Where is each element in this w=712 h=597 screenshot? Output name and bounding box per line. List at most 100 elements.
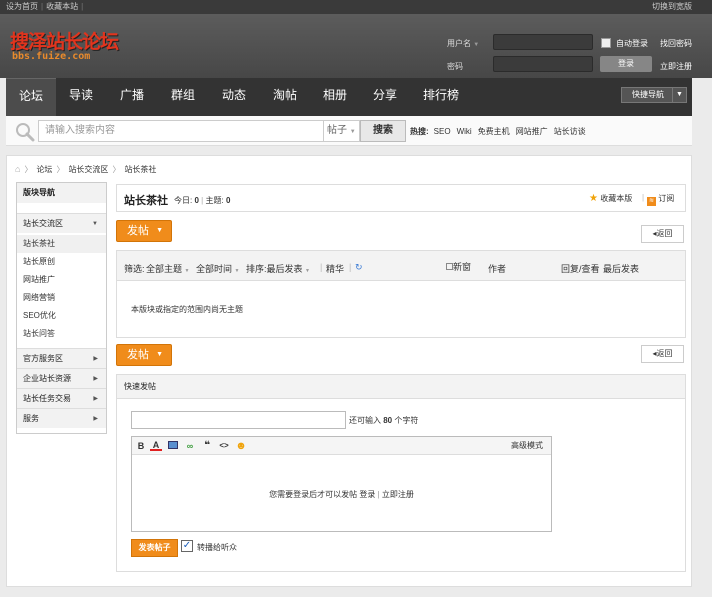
search-input[interactable]: 请输入搜索内容 bbox=[38, 120, 324, 142]
thread-table-header: 筛选: 全部主题 ▼ 全部时间 ▼ 排序:最后发表 ▼ | 精华 | ↻ 新窗 … bbox=[117, 251, 685, 281]
auto-login-checkbox[interactable] bbox=[601, 38, 611, 48]
nav-item[interactable]: 群组 bbox=[158, 78, 208, 116]
sidebar-group[interactable]: 站长任务交易 ▶ bbox=[17, 388, 106, 408]
editor-register-link[interactable]: 立即注册 bbox=[382, 490, 414, 499]
nav-item[interactable]: 导读 bbox=[56, 78, 106, 116]
sidebar-group[interactable]: 企业站长资源 ▶ bbox=[17, 368, 106, 388]
breadcrumb-item[interactable]: 站长交流区 bbox=[68, 165, 108, 174]
search-button[interactable]: 搜索 bbox=[360, 120, 406, 142]
notify-checkbox[interactable]: ✓ bbox=[181, 540, 193, 552]
hot-search-link[interactable]: SEO bbox=[434, 127, 451, 136]
new-post-button[interactable]: 发帖 ▼ bbox=[116, 220, 172, 242]
sidebar-item[interactable]: 站长茶社 bbox=[17, 235, 106, 253]
new-post-button-bottom[interactable]: 发帖 ▼ bbox=[116, 344, 172, 366]
new-window-toggle[interactable]: 新窗 bbox=[446, 260, 471, 273]
register-link[interactable]: 立即注册 bbox=[660, 61, 692, 72]
sort-dropdown[interactable]: 排序:最后发表 ▼ bbox=[246, 262, 310, 275]
nav-item[interactable]: 动态 bbox=[208, 78, 260, 116]
nav-item[interactable]: 分享 bbox=[360, 78, 410, 116]
forum-title: 站长茶社 bbox=[124, 195, 168, 207]
switch-style-link[interactable]: 切换到宽版 bbox=[652, 1, 692, 12]
filter-topics-dropdown[interactable]: 全部主题 ▼ bbox=[146, 262, 189, 275]
content-panel: ⌂ 〉论坛〉站长交流区〉站长茶社 版块导航 站长交流区 ▼ 站长茶社 站长原创 网站推广… bbox=[6, 155, 692, 587]
char-count-hint: 还可输入 80 个字符 bbox=[349, 416, 419, 425]
last-post-column[interactable]: 最后发表 bbox=[603, 262, 639, 275]
breadcrumb-item[interactable]: 论坛 bbox=[36, 165, 52, 174]
image-icon[interactable] bbox=[167, 440, 179, 452]
author-column[interactable]: 作者 bbox=[488, 262, 506, 275]
link-icon[interactable]: ∞ bbox=[184, 440, 196, 452]
sidebar-group[interactable]: 官方服务区 ▶ bbox=[17, 348, 106, 368]
nav-item[interactable]: 排行榜 bbox=[410, 78, 472, 116]
chevron-right-icon: ▶ bbox=[93, 376, 98, 382]
notify-label: 转播给听众 bbox=[197, 543, 237, 552]
sidebar-item[interactable]: SEO优化 bbox=[17, 307, 106, 325]
search-type-select[interactable]: 帖子 ▼ bbox=[324, 120, 360, 142]
post-title-input[interactable] bbox=[131, 411, 346, 429]
sidebar-item[interactable]: 站长问答 bbox=[17, 325, 106, 343]
submit-post-button[interactable]: 发表帖子 bbox=[131, 539, 178, 557]
quick-nav-button[interactable]: 快捷导航 ▼ bbox=[621, 87, 687, 103]
main-nav: 论坛 导读 广播 群组 动态 淘帖 相册 分享 排行榜 快捷导航 ▼ bbox=[6, 78, 692, 116]
password-input[interactable] bbox=[493, 56, 593, 72]
chevron-right-icon: ▶ bbox=[93, 416, 98, 422]
hot-search-link[interactable]: 免费主机 bbox=[478, 127, 510, 136]
logo-domain: bbs.fuize.com bbox=[12, 51, 91, 62]
star-icon: ★ bbox=[589, 193, 598, 204]
nav-item[interactable]: 相册 bbox=[310, 78, 360, 116]
quick-post-title: 快速发帖 bbox=[117, 375, 685, 399]
sidebar-group[interactable]: 服务 ▶ bbox=[17, 408, 106, 428]
refresh-icon[interactable]: ↻ bbox=[355, 262, 363, 273]
back-button[interactable]: ◂返回 bbox=[641, 225, 684, 243]
favorite-forum-link[interactable]: ★ 收藏本版 bbox=[589, 193, 632, 204]
font-color-icon[interactable]: A bbox=[150, 440, 162, 451]
quote-icon[interactable]: ❝ bbox=[201, 440, 213, 452]
quick-post-panel: 快速发帖 还可输入 80 个字符 B A ∞ ❝ <> ☻ 高级模式 您需要登录… bbox=[116, 374, 686, 572]
forum-stats: 今日: 0 | 主题: 0 bbox=[174, 196, 231, 205]
empty-message: 本版块或指定的范围内尚无主题 bbox=[131, 305, 243, 314]
subscribe-link[interactable]: ≋ 订阅 bbox=[647, 193, 674, 206]
username-label: 用户名 ▼ bbox=[447, 39, 480, 48]
set-home-link[interactable]: 设为首页 bbox=[6, 2, 38, 11]
chevron-down-icon: ▼ bbox=[156, 227, 163, 234]
username-input[interactable] bbox=[493, 34, 593, 50]
sidebar-item[interactable]: 网络营销 bbox=[17, 289, 106, 307]
search-bar: 请输入搜索内容 帖子 ▼ 搜索 热搜: SEO Wiki 免费主机 网站推广 站长访谈 bbox=[6, 116, 692, 146]
sidebar: 版块导航 站长交流区 ▼ 站长茶社 站长原创 网站推广 网络营销 SEO优化 站长问答 官方… bbox=[16, 182, 107, 434]
filter-label: 筛选: bbox=[124, 264, 145, 274]
password-label: 密码 bbox=[447, 62, 463, 71]
hot-searches: 热搜: SEO Wiki 免费主机 网站推广 站长访谈 bbox=[410, 127, 586, 136]
hot-search-link[interactable]: Wiki bbox=[457, 127, 472, 136]
advanced-mode-link[interactable]: 高级模式 bbox=[511, 440, 543, 451]
nav-item[interactable]: 广播 bbox=[106, 78, 158, 116]
post-editor[interactable]: B A ∞ ❝ <> ☻ 高级模式 您需要登录后才可以发帖 登录 | 立即注册 bbox=[131, 436, 552, 532]
nav-item[interactable]: 论坛 bbox=[6, 78, 56, 116]
login-button[interactable]: 登录 bbox=[600, 56, 652, 72]
breadcrumb-item[interactable]: 站长茶社 bbox=[124, 165, 156, 174]
sidebar-item[interactable]: 站长原创 bbox=[17, 253, 106, 271]
code-icon[interactable]: <> bbox=[218, 440, 230, 452]
nav-item[interactable]: 淘帖 bbox=[260, 78, 310, 116]
reply-view-column[interactable]: 回复/查看 bbox=[561, 262, 600, 275]
home-icon[interactable]: ⌂ bbox=[15, 164, 20, 174]
top-bar: 设为首页 | 收藏本站 | 切换到宽版 bbox=[0, 0, 712, 14]
auto-login-label: 自动登录 bbox=[616, 39, 648, 48]
bold-icon[interactable]: B bbox=[135, 440, 147, 452]
back-button-bottom[interactable]: ◂返回 bbox=[641, 345, 684, 363]
sidebar-item[interactable]: 网站推广 bbox=[17, 271, 106, 289]
bookmark-link[interactable]: 收藏本站 bbox=[46, 2, 78, 11]
editor-login-link[interactable]: 登录 bbox=[359, 490, 375, 499]
smiley-icon[interactable]: ☻ bbox=[235, 440, 247, 452]
search-icon bbox=[16, 123, 35, 142]
hot-search-link[interactable]: 网站推广 bbox=[516, 127, 548, 136]
editor-toolbar: B A ∞ ❝ <> ☻ 高级模式 bbox=[132, 437, 551, 455]
chevron-right-icon: ▶ bbox=[93, 356, 98, 362]
rss-icon: ≋ bbox=[647, 197, 656, 206]
digest-filter[interactable]: 精华 bbox=[326, 262, 344, 275]
recover-password-link[interactable]: 找回密码 bbox=[660, 38, 692, 49]
filter-time-dropdown[interactable]: 全部时间 ▼ bbox=[196, 262, 239, 275]
sidebar-group-open[interactable]: 站长交流区 ▼ bbox=[17, 213, 106, 233]
site-logo[interactable]: 搜泽站长论坛 bbs.fuize.com bbox=[10, 32, 132, 62]
checkbox-icon bbox=[446, 263, 453, 270]
hot-search-link[interactable]: 站长访谈 bbox=[554, 127, 586, 136]
